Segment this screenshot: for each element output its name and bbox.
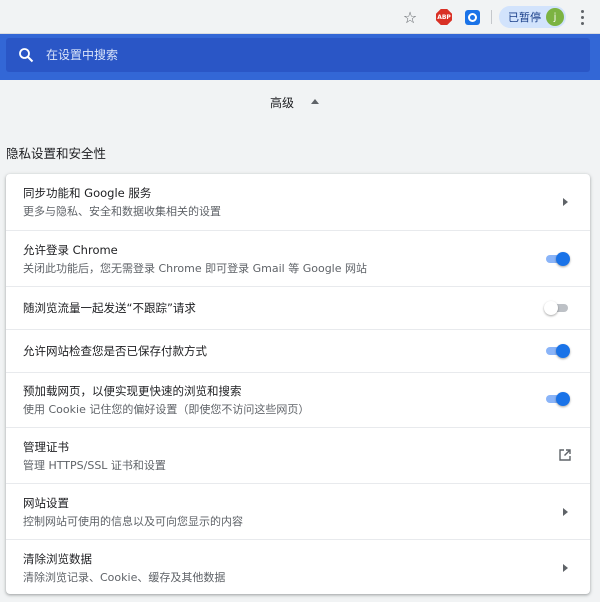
row-title: 允许登录 Chrome [23, 243, 118, 257]
toggle-switch[interactable] [544, 344, 570, 358]
toggle-switch[interactable] [544, 392, 570, 406]
profile-button[interactable]: 已暂停 j [499, 6, 566, 28]
more-menu-icon[interactable] [574, 7, 590, 27]
row-title: 管理证书 [23, 440, 69, 454]
row-clear-browsing-data[interactable]: 清除浏览数据 清除浏览记录、Cookie、缓存及其他数据 [6, 539, 590, 594]
row-preload-pages: 预加载网页，以便实现更快速的浏览和搜索 使用 Cookie 记住您的偏好设置（即… [6, 372, 590, 427]
chevron-right-icon[interactable] [563, 508, 568, 516]
row-subtitle: 使用 Cookie 记住您的偏好设置（即使您不访问这些网页） [23, 403, 310, 416]
profile-status-label: 已暂停 [508, 11, 541, 24]
search-icon [19, 48, 34, 63]
extension-icon[interactable] [462, 7, 482, 27]
search-input[interactable] [46, 38, 566, 72]
open-in-new-icon[interactable] [558, 448, 572, 462]
row-subtitle: 管理 HTTPS/SSL 证书和设置 [23, 459, 166, 472]
row-title: 预加载网页，以便实现更快速的浏览和搜索 [23, 384, 242, 398]
row-allow-chrome-sign-in: 允许登录 Chrome 关闭此功能后，您无需登录 Chrome 即可登录 Gma… [6, 230, 590, 286]
advanced-label: 高级 [270, 96, 295, 110]
chevron-right-icon[interactable] [563, 564, 568, 572]
privacy-settings-card: 同步功能和 Google 服务 更多与隐私、安全和数据收集相关的设置 允许登录 … [6, 174, 590, 594]
row-sync-google-services[interactable]: 同步功能和 Google 服务 更多与隐私、安全和数据收集相关的设置 [6, 174, 590, 230]
row-title: 网站设置 [23, 496, 69, 510]
row-subtitle: 控制网站可使用的信息以及可向您显示的内容 [23, 515, 243, 528]
row-payment-methods-check: 允许网站检查您是否已保存付款方式 [6, 329, 590, 372]
browser-toolbar: ☆ ABP 已暂停 j [0, 0, 600, 34]
row-subtitle: 清除浏览记录、Cookie、缓存及其他数据 [23, 571, 226, 584]
adblock-plus-badge: ABP [436, 9, 452, 25]
section-title: 隐私设置和安全性 [6, 146, 107, 161]
row-subtitle: 更多与隐私、安全和数据收集相关的设置 [23, 205, 221, 218]
chevron-right-icon[interactable] [563, 198, 568, 206]
adblock-plus-icon[interactable]: ABP [434, 7, 454, 27]
toolbar-divider [491, 10, 492, 24]
caret-up-icon [311, 99, 319, 104]
row-subtitle: 关闭此功能后，您无需登录 Chrome 即可登录 Gmail 等 Google … [23, 262, 368, 275]
row-do-not-track: 随浏览流量一起发送“不跟踪”请求 [6, 286, 590, 329]
bookmark-star-icon[interactable]: ☆ [400, 7, 420, 27]
toggle-switch[interactable] [544, 252, 570, 266]
settings-header [0, 34, 600, 80]
row-title: 随浏览流量一起发送“不跟踪”请求 [23, 301, 196, 315]
row-title: 允许网站检查您是否已保存付款方式 [23, 344, 207, 358]
row-title: 清除浏览数据 [23, 552, 92, 566]
row-manage-certificates[interactable]: 管理证书 管理 HTTPS/SSL 证书和设置 [6, 427, 590, 483]
row-title: 同步功能和 Google 服务 [23, 186, 152, 200]
advanced-section-toggle[interactable]: 高级 [0, 92, 600, 112]
avatar: j [546, 8, 564, 26]
toggle-switch[interactable] [544, 301, 570, 315]
row-site-settings[interactable]: 网站设置 控制网站可使用的信息以及可向您显示的内容 [6, 483, 590, 539]
search-box[interactable] [6, 38, 590, 72]
